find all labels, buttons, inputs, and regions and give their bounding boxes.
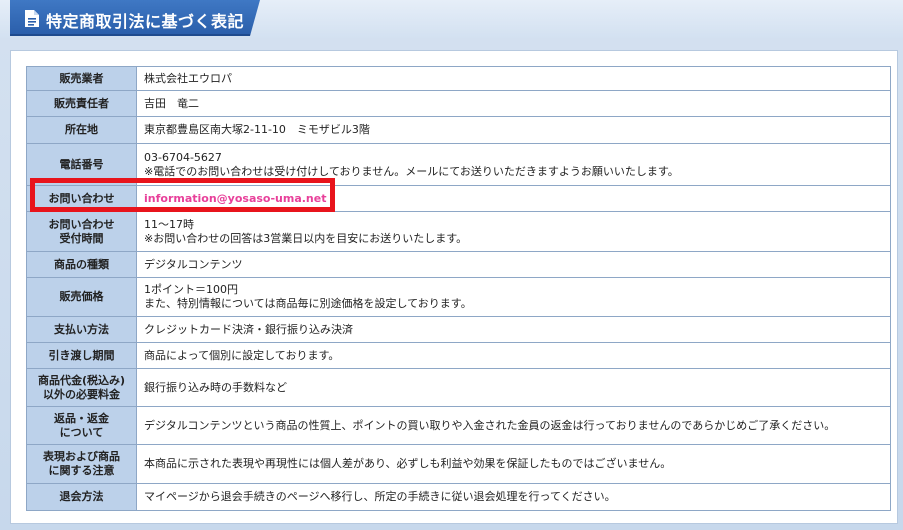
row-value: 1ポイント＝100円 また、特別情報については商品毎に別途価格を設定しております… bbox=[136, 277, 891, 317]
price-line: 1ポイント＝100円 bbox=[144, 283, 238, 296]
row-value: 本商品に示された表現や再現性には個人差があり、必ずしも利益や効果を保証したもので… bbox=[136, 444, 891, 484]
row-label-line1: 返品・返金 bbox=[54, 411, 109, 425]
document-icon bbox=[25, 10, 39, 27]
table-row-contact-hours: お問い合わせ 受付時間 11〜17時 ※お問い合わせの回答は3営業日以内を目安に… bbox=[26, 211, 891, 252]
row-value: 吉田 竜二 bbox=[136, 90, 891, 117]
row-value: 11〜17時 ※お問い合わせの回答は3営業日以内を目安にお送りいたします。 bbox=[136, 211, 891, 252]
row-label: 販売価格 bbox=[26, 277, 137, 317]
row-value: 株式会社エウロパ bbox=[136, 66, 891, 91]
row-value: クレジットカード決済・銀行振り込み決済 bbox=[136, 316, 891, 343]
table-row-refund: 返品・返金 について デジタルコンテンツという商品の性質上、ポイントの買い取りや… bbox=[26, 406, 891, 445]
table-row-price: 販売価格 1ポイント＝100円 また、特別情報については商品毎に別途価格を設定し… bbox=[26, 277, 891, 317]
row-label: 販売責任者 bbox=[26, 90, 137, 117]
row-label: 支払い方法 bbox=[26, 316, 137, 343]
row-label: 表現および商品 に関する注意 bbox=[26, 444, 137, 484]
row-value: 東京都豊島区南大塚2-11-10 ミモザビル3階 bbox=[136, 116, 891, 144]
table-row-product-type: 商品の種類 デジタルコンテンツ bbox=[26, 251, 891, 278]
row-label-line1: お問い合わせ bbox=[48, 217, 115, 231]
contact-email-link[interactable]: information@yosaso-uma.net bbox=[144, 192, 326, 205]
row-label: 販売業者 bbox=[26, 66, 137, 91]
page-title-tab: 特定商取引法に基づく表記 bbox=[10, 0, 260, 36]
row-label: 退会方法 bbox=[26, 483, 137, 511]
page-title: 特定商取引法に基づく表記 bbox=[46, 12, 245, 31]
row-label-line1: 表現および商品 bbox=[43, 450, 120, 463]
phone-note: ※電話でのお問い合わせは受け付けしておりません。メールにてお送りいただきますよう… bbox=[144, 164, 679, 178]
row-label: 引き渡し期間 bbox=[26, 342, 137, 369]
contact-hours: 11〜17時 bbox=[144, 217, 194, 231]
legal-info-table: 販売業者 株式会社エウロパ 販売責任者 吉田 竜二 所在地 東京都豊島区南大塚2… bbox=[26, 66, 891, 511]
row-label-line2: 受付時間 bbox=[59, 231, 104, 245]
row-label-line2: について bbox=[59, 425, 104, 439]
row-label-line2: に関する注意 bbox=[48, 464, 115, 477]
table-row-seller: 販売業者 株式会社エウロパ bbox=[26, 66, 891, 91]
row-label: 所在地 bbox=[26, 116, 137, 144]
table-row-delivery: 引き渡し期間 商品によって個別に設定しております。 bbox=[26, 342, 891, 369]
table-row-payment: 支払い方法 クレジットカード決済・銀行振り込み決済 bbox=[26, 316, 891, 343]
table-row-extra-fees: 商品代金(税込み) 以外の必要料金 銀行振り込み時の手数料など bbox=[26, 368, 891, 407]
table-row-withdrawal: 退会方法 マイページから退会手続きのページへ移行し、所定の手続きに従い退会処理を… bbox=[26, 483, 891, 511]
table-row-contact: お問い合わせ information@yosaso-uma.net bbox=[26, 185, 891, 212]
row-value: 銀行振り込み時の手数料など bbox=[136, 368, 891, 407]
row-label: 返品・返金 について bbox=[26, 406, 137, 445]
price-note: また、特別情報については商品毎に別途価格を設定しております。 bbox=[144, 297, 472, 310]
row-label-line2: 以外の必要料金 bbox=[43, 387, 120, 401]
content-panel: 販売業者 株式会社エウロパ 販売責任者 吉田 竜二 所在地 東京都豊島区南大塚2… bbox=[10, 50, 898, 524]
row-value: information@yosaso-uma.net bbox=[136, 185, 891, 212]
row-value: デジタルコンテンツという商品の性質上、ポイントの買い取りや入金された金員の返金は… bbox=[136, 406, 891, 445]
row-label: 電話番号 bbox=[26, 143, 137, 186]
table-row-address: 所在地 東京都豊島区南大塚2-11-10 ミモザビル3階 bbox=[26, 116, 891, 144]
row-label: お問い合わせ bbox=[26, 185, 137, 212]
table-row-disclaimer: 表現および商品 に関する注意 本商品に示された表現や再現性には個人差があり、必ず… bbox=[26, 444, 891, 484]
table-row-phone: 電話番号 03-6704-5627 ※電話でのお問い合わせは受け付けしておりませ… bbox=[26, 143, 891, 186]
row-label: お問い合わせ 受付時間 bbox=[26, 211, 137, 252]
phone-number: 03-6704-5627 bbox=[144, 150, 222, 164]
row-label: 商品代金(税込み) 以外の必要料金 bbox=[26, 368, 137, 407]
row-value: 03-6704-5627 ※電話でのお問い合わせは受け付けしておりません。メール… bbox=[136, 143, 891, 186]
table-row-manager: 販売責任者 吉田 竜二 bbox=[26, 90, 891, 117]
contact-hours-note: ※お問い合わせの回答は3営業日以内を目安にお送りいたします。 bbox=[144, 231, 468, 245]
row-label: 商品の種類 bbox=[26, 251, 137, 278]
row-label-line1: 商品代金(税込み) bbox=[37, 373, 126, 387]
row-value: デジタルコンテンツ bbox=[136, 251, 891, 278]
row-value: 商品によって個別に設定しております。 bbox=[136, 342, 891, 369]
row-value: マイページから退会手続きのページへ移行し、所定の手続きに従い退会処理を行ってくだ… bbox=[136, 483, 891, 511]
